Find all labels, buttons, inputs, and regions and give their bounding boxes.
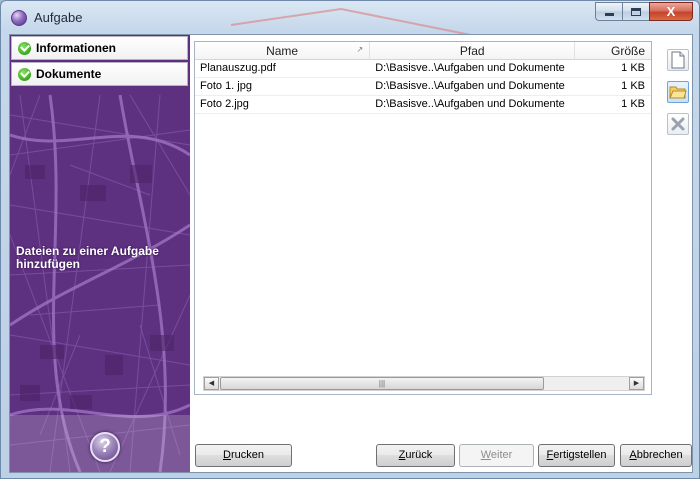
scroll-left-button[interactable]: ◀: [204, 377, 219, 390]
help-button[interactable]: ?: [90, 432, 120, 462]
cancel-button[interactable]: Abbrechen: [620, 444, 692, 467]
close-icon: X: [666, 4, 676, 19]
minimize-button[interactable]: [595, 2, 622, 21]
file-name: Planauszug.pdf: [200, 62, 276, 74]
file-row[interactable]: Planauszug.pdf D:\Basisve..\Aufgaben und…: [195, 60, 651, 78]
minimize-icon: [604, 13, 614, 16]
file-path: D:\Basisve..\Aufgaben und Dokumente: [375, 98, 565, 110]
column-header-path[interactable]: Pfad: [370, 42, 576, 60]
column-header-size[interactable]: Größe: [575, 42, 651, 60]
print-button[interactable]: Drucken: [195, 444, 292, 467]
maximize-button[interactable]: [622, 2, 649, 21]
check-icon: [18, 67, 31, 81]
file-list[interactable]: Name ↗ Pfad Größe Planauszug.pdf D:\Basi…: [194, 41, 652, 395]
dialog-content: Informationen Dokumente Dateien zu einer…: [9, 34, 693, 473]
open-folder-icon: [669, 86, 687, 99]
sort-icon: ↗: [356, 45, 364, 54]
maximize-icon: [631, 7, 641, 16]
file-name: Foto 2.jpg: [200, 98, 249, 110]
file-path: D:\Basisve..\Aufgaben und Dokumente: [375, 80, 565, 92]
back-button[interactable]: Zurück: [376, 444, 455, 467]
finish-button[interactable]: Fertigstellen: [538, 444, 615, 467]
step-label: Dokumente: [36, 67, 102, 81]
question-mark-icon: ?: [99, 436, 111, 457]
horizontal-scrollbar[interactable]: ◀ ||| ▶: [203, 376, 645, 391]
delete-x-icon: [671, 117, 685, 131]
app-icon: [11, 10, 27, 26]
close-button[interactable]: X: [649, 2, 693, 21]
scroll-thumb[interactable]: |||: [220, 377, 544, 390]
file-size: 1 KB: [621, 80, 645, 92]
check-icon: [18, 41, 31, 55]
wizard-step-dokumente[interactable]: Dokumente: [11, 62, 188, 86]
file-name: Foto 1. jpg: [200, 80, 252, 92]
dialog-window: Aufgabe X Informationen Dokumente Dateie…: [0, 0, 700, 479]
step-label: Informationen: [36, 41, 116, 55]
next-button[interactable]: Weiter: [459, 444, 534, 467]
file-size: 1 KB: [621, 62, 645, 74]
remove-file-button[interactable]: [667, 113, 689, 135]
file-size: 1 KB: [621, 98, 645, 110]
file-list-header: Name ↗ Pfad Größe: [195, 42, 651, 60]
file-path: D:\Basisve..\Aufgaben und Dokumente: [375, 62, 565, 74]
caption-buttons: X: [595, 2, 693, 22]
wizard-side-panel: Informationen Dokumente Dateien zu einer…: [10, 35, 190, 472]
add-file-button[interactable]: [667, 49, 689, 71]
file-row[interactable]: Foto 2.jpg D:\Basisve..\Aufgaben und Dok…: [195, 96, 651, 114]
new-document-icon: [671, 51, 685, 69]
wizard-step-informationen[interactable]: Informationen: [11, 36, 188, 60]
step-description: Dateien zu einer Aufgabe hinzufügen: [16, 244, 159, 271]
title-bar[interactable]: Aufgabe X: [1, 1, 699, 35]
file-row[interactable]: Foto 1. jpg D:\Basisve..\Aufgaben und Do…: [195, 78, 651, 96]
column-header-name[interactable]: Name ↗: [195, 42, 371, 60]
window-title: Aufgabe: [34, 10, 83, 25]
open-folder-button[interactable]: [667, 81, 689, 103]
scroll-right-button[interactable]: ▶: [629, 377, 644, 390]
